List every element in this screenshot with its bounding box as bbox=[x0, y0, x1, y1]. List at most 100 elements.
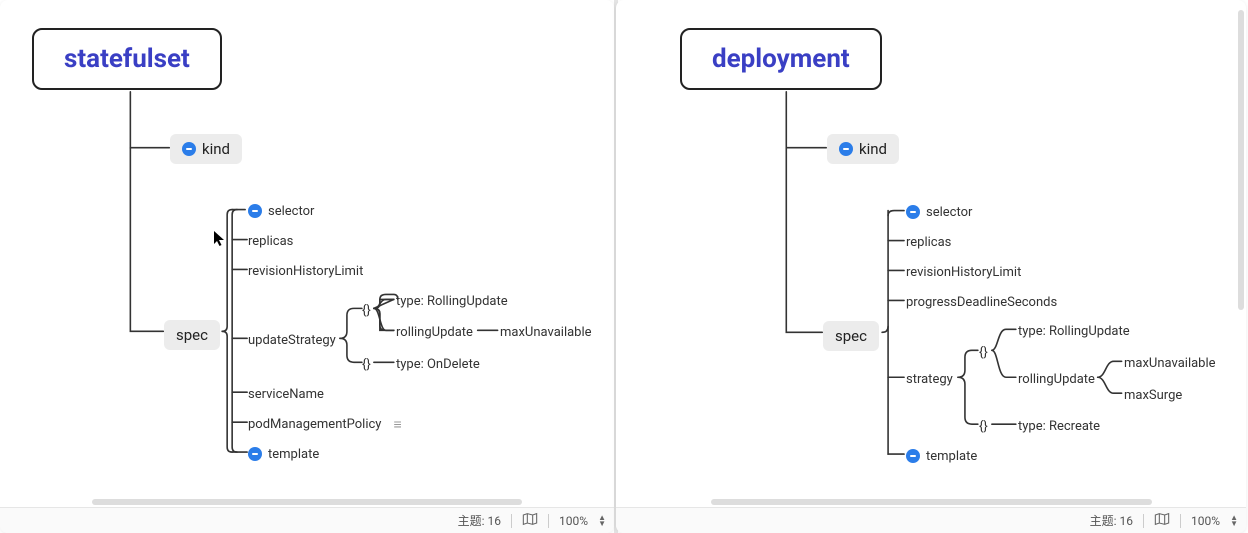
template-label: template bbox=[926, 449, 977, 464]
chevron-down-icon[interactable]: ▼ bbox=[1230, 521, 1238, 527]
theme-count[interactable]: 主题: 16 bbox=[1090, 512, 1133, 529]
leaf-strategy[interactable]: strategy bbox=[906, 370, 953, 388]
bracket1-label: {} bbox=[979, 345, 988, 360]
maxunavailable-label: maxUnavailable bbox=[1124, 356, 1216, 371]
mouse-cursor-icon bbox=[213, 230, 225, 248]
replicas-label: replicas bbox=[906, 235, 951, 250]
leaf-maxunavailable[interactable]: maxUnavailable bbox=[500, 323, 592, 341]
bracket-node-1[interactable]: {} bbox=[362, 301, 371, 319]
kind-label: kind bbox=[202, 140, 230, 158]
kind-label: kind bbox=[859, 140, 887, 158]
share-icon bbox=[906, 449, 920, 463]
root-label: statefulset bbox=[64, 44, 190, 74]
leaf-template[interactable]: template bbox=[906, 447, 977, 465]
right-status-bar: 主题: 16 100% ▲ ▼ bbox=[616, 507, 1246, 533]
leaf-podmanagementpolicy[interactable]: podManagementPolicy bbox=[248, 415, 402, 433]
leaf-replicas[interactable]: replicas bbox=[248, 232, 293, 250]
leaf-type-recreate[interactable]: type: Recreate bbox=[1018, 417, 1100, 435]
left-pane: statefulset kind spec selector replicas … bbox=[0, 0, 614, 533]
spec-label: spec bbox=[176, 326, 208, 344]
pmp-label: podManagementPolicy bbox=[248, 417, 381, 432]
selector-label: selector bbox=[926, 205, 972, 220]
spec-label: spec bbox=[835, 327, 867, 345]
rhl-label: revisionHistoryLimit bbox=[906, 265, 1021, 280]
leaf-updatestrategy[interactable]: updateStrategy bbox=[248, 331, 336, 349]
leaf-rollingupdate[interactable]: rollingUpdate bbox=[396, 323, 473, 341]
bracket2-label: {} bbox=[362, 357, 371, 372]
right-pane: deployment kind spec selector replicas r… bbox=[616, 0, 1246, 533]
kind-node[interactable]: kind bbox=[827, 134, 899, 164]
separator bbox=[1143, 514, 1144, 528]
share-icon bbox=[182, 142, 196, 156]
theme-count-value: 16 bbox=[1120, 514, 1134, 528]
bracket-node-2[interactable]: {} bbox=[979, 417, 988, 435]
rollingupdate-label: rollingUpdate bbox=[396, 325, 473, 340]
type-recreate-label: type: Recreate bbox=[1018, 419, 1100, 434]
notes-icon bbox=[387, 416, 401, 433]
zoom-stepper[interactable]: ▲ ▼ bbox=[1230, 515, 1238, 527]
replicas-label: replicas bbox=[248, 234, 293, 249]
separator bbox=[1180, 514, 1181, 528]
spec-node[interactable]: spec bbox=[823, 321, 879, 351]
app-container: statefulset kind spec selector replicas … bbox=[0, 0, 1248, 533]
bracket1-label: {} bbox=[362, 303, 371, 318]
theme-label-text: 主题: bbox=[1090, 514, 1117, 528]
chevron-down-icon[interactable]: ▼ bbox=[598, 521, 606, 527]
bracket2-label: {} bbox=[979, 419, 988, 434]
leaf-selector[interactable]: selector bbox=[906, 203, 972, 221]
kind-node[interactable]: kind bbox=[170, 134, 242, 164]
leaf-replicas[interactable]: replicas bbox=[906, 233, 951, 251]
updatestrategy-label: updateStrategy bbox=[248, 333, 336, 348]
right-canvas[interactable]: deployment kind spec selector replicas r… bbox=[616, 0, 1246, 499]
theme-count[interactable]: 主题: 16 bbox=[458, 512, 501, 529]
pds-label: progressDeadlineSeconds bbox=[906, 295, 1057, 310]
left-status-bar: 主题: 16 100% ▲ ▼ bbox=[0, 507, 614, 533]
outline-icon[interactable] bbox=[1154, 512, 1170, 529]
root-label: deployment bbox=[712, 44, 850, 74]
servicename-label: serviceName bbox=[248, 387, 324, 402]
zoom-stepper[interactable]: ▲ ▼ bbox=[598, 515, 606, 527]
strategy-label: strategy bbox=[906, 372, 953, 387]
theme-label-text: 主题: bbox=[458, 514, 485, 528]
template-label: template bbox=[268, 447, 319, 462]
separator bbox=[511, 514, 512, 528]
leaf-selector[interactable]: selector bbox=[248, 202, 314, 220]
theme-count-value: 16 bbox=[488, 514, 502, 528]
leaf-type-rollingupdate[interactable]: type: RollingUpdate bbox=[396, 292, 508, 310]
leaf-type-ondelete[interactable]: type: OnDelete bbox=[396, 355, 480, 373]
spec-node[interactable]: spec bbox=[164, 320, 220, 350]
rhl-label: revisionHistoryLimit bbox=[248, 264, 363, 279]
root-node-statefulset[interactable]: statefulset bbox=[32, 28, 222, 90]
scrollbar-thumb[interactable] bbox=[711, 499, 1152, 505]
separator bbox=[548, 514, 549, 528]
leaf-template[interactable]: template bbox=[248, 445, 319, 463]
leaf-maxunavailable[interactable]: maxUnavailable bbox=[1124, 354, 1216, 372]
leaf-revisionhistorylimit[interactable]: revisionHistoryLimit bbox=[248, 262, 363, 280]
type-rolling-label: type: RollingUpdate bbox=[396, 294, 508, 309]
leaf-rollingupdate[interactable]: rollingUpdate bbox=[1018, 370, 1095, 388]
share-icon bbox=[839, 142, 853, 156]
share-icon bbox=[906, 205, 920, 219]
leaf-maxsurge[interactable]: maxSurge bbox=[1124, 386, 1182, 404]
left-canvas[interactable]: statefulset kind spec selector replicas … bbox=[0, 0, 614, 499]
share-icon bbox=[248, 204, 262, 218]
zoom-value: 100% bbox=[1191, 514, 1220, 528]
zoom-value: 100% bbox=[559, 514, 588, 528]
bracket-node-1[interactable]: {} bbox=[979, 343, 988, 361]
maxunavailable-label: maxUnavailable bbox=[500, 325, 592, 340]
type-ondelete-label: type: OnDelete bbox=[396, 357, 480, 372]
zoom-level[interactable]: 100% bbox=[559, 514, 588, 528]
leaf-revisionhistorylimit[interactable]: revisionHistoryLimit bbox=[906, 263, 1021, 281]
leaf-type-rollingupdate[interactable]: type: RollingUpdate bbox=[1018, 322, 1130, 340]
root-node-deployment[interactable]: deployment bbox=[680, 28, 882, 90]
rollingupdate-label: rollingUpdate bbox=[1018, 372, 1095, 387]
leaf-servicename[interactable]: serviceName bbox=[248, 385, 324, 403]
selector-label: selector bbox=[268, 204, 314, 219]
bracket-node-2[interactable]: {} bbox=[362, 355, 371, 373]
outline-icon[interactable] bbox=[522, 512, 538, 529]
leaf-progressdeadlineseconds[interactable]: progressDeadlineSeconds bbox=[906, 293, 1057, 311]
scrollbar-thumb[interactable] bbox=[92, 499, 522, 505]
zoom-level[interactable]: 100% bbox=[1191, 514, 1220, 528]
maxsurge-label: maxSurge bbox=[1124, 388, 1182, 403]
type-rolling-label: type: RollingUpdate bbox=[1018, 324, 1130, 339]
